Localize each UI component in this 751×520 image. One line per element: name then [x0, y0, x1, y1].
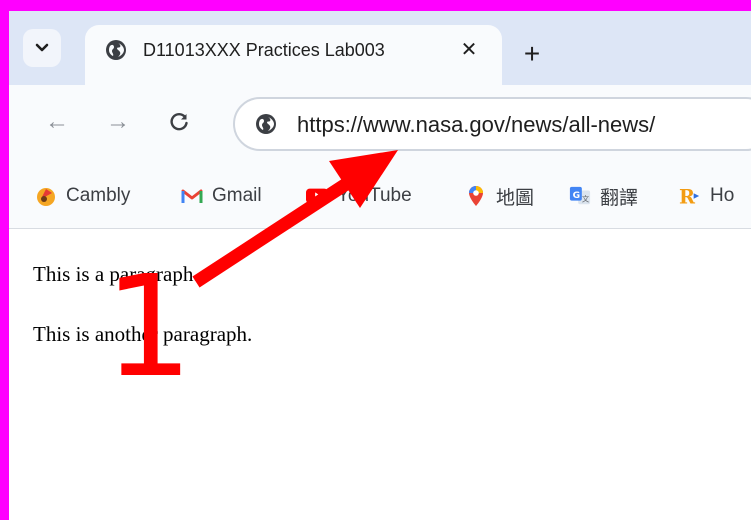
gmail-icon: [181, 185, 203, 207]
bookmark-label: Gmail: [212, 185, 262, 206]
bookmark-ho[interactable]: R Ho: [679, 182, 734, 210]
svg-text:G: G: [573, 190, 581, 201]
tab-title: D11013XXX Practices Lab003: [143, 40, 385, 60]
paragraph: This is another paragraph.: [33, 322, 253, 346]
active-tab[interactable]: D11013XXX Practices Lab003 ✕: [85, 25, 502, 87]
page-content: This is a paragraph. This is another par…: [9, 229, 751, 520]
paragraph: This is a paragraph.: [33, 262, 199, 286]
svg-text:R: R: [679, 185, 696, 207]
cambly-icon: [35, 185, 57, 207]
globe-icon[interactable]: [255, 113, 277, 135]
bookmark-youtube[interactable]: YouTube: [306, 182, 412, 210]
bookmark-cambly[interactable]: Cambly: [35, 182, 130, 210]
bookmark-label: 地圖: [496, 187, 535, 209]
bookmark-label: YouTube: [337, 185, 412, 206]
maps-pin-icon: [465, 185, 487, 207]
tab-close-button[interactable]: ✕: [457, 37, 481, 61]
browser-window: D11013XXX Practices Lab003 ✕ + ← → https…: [9, 11, 751, 520]
reload-icon: [170, 112, 188, 131]
bookmark-label: Cambly: [66, 185, 131, 206]
globe-icon: [106, 40, 126, 60]
bookmarks-bar: Cambly Gmail YouTube 地圖 G文 翻譯 R Ho: [9, 163, 751, 229]
forward-button[interactable]: →: [103, 107, 133, 137]
url-text[interactable]: https://www.nasa.gov/news/all-news/: [297, 112, 655, 138]
address-bar[interactable]: https://www.nasa.gov/news/all-news/: [233, 97, 751, 151]
new-tab-button[interactable]: +: [517, 39, 547, 69]
tab-search-button[interactable]: [23, 29, 61, 67]
r-icon: R: [679, 185, 701, 207]
chevron-down-icon: [35, 43, 49, 52]
bookmark-gmail[interactable]: Gmail: [181, 182, 262, 210]
bookmark-label: Ho: [710, 185, 735, 206]
youtube-icon: [306, 185, 328, 207]
toolbar: ← → https://www.nasa.gov/news/all-news/: [9, 85, 751, 163]
bookmark-translate[interactable]: G文 翻譯: [569, 182, 638, 210]
tab-strip: D11013XXX Practices Lab003 ✕ +: [9, 11, 751, 87]
reload-button[interactable]: [164, 107, 194, 137]
svg-text:文: 文: [582, 195, 590, 204]
translate-icon: G文: [569, 185, 591, 207]
bookmark-maps[interactable]: 地圖: [465, 182, 534, 210]
bookmark-label: 翻譯: [600, 187, 639, 209]
back-button[interactable]: ←: [42, 107, 72, 137]
